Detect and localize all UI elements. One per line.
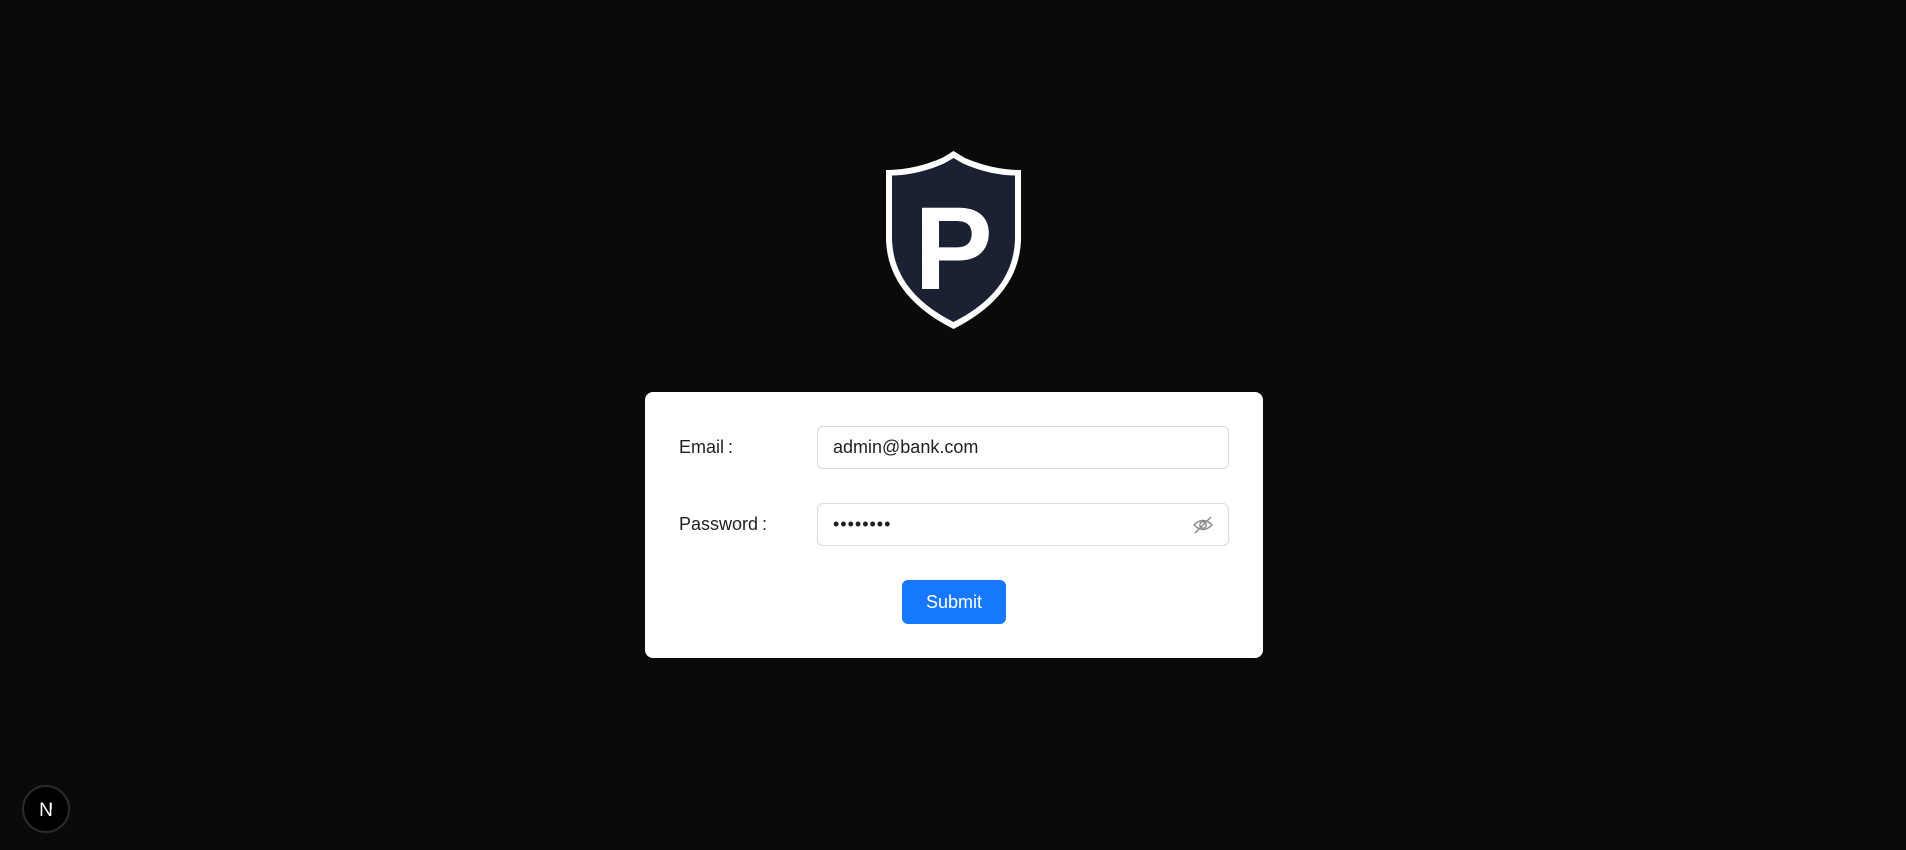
password-input[interactable]	[833, 504, 1193, 545]
login-page: P Email: Password: Submit	[0, 0, 1906, 850]
email-field[interactable]	[817, 426, 1229, 469]
nextjs-dev-badge[interactable]: N	[22, 785, 70, 833]
logo-letter: P	[914, 183, 993, 315]
nextjs-icon: N	[39, 800, 53, 820]
password-label: Password:	[679, 514, 768, 534]
email-label: Email:	[679, 437, 734, 457]
shield-logo-icon: P	[886, 151, 1021, 329]
email-row: Email:	[679, 426, 1229, 469]
submit-button[interactable]: Submit	[902, 580, 1006, 624]
email-input[interactable]	[833, 427, 1193, 468]
password-row: Password:	[679, 503, 1229, 546]
login-form: Email: Password: Submit	[645, 392, 1263, 658]
eye-invisible-icon[interactable]	[1192, 515, 1214, 535]
password-field[interactable]	[817, 503, 1229, 546]
